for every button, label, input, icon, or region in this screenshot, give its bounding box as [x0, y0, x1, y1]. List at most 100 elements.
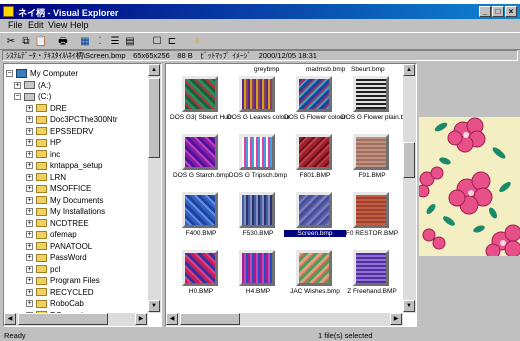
thumbnail-caption[interactable]: madmsb.bmp: [306, 66, 345, 73]
print-icon[interactable]: 🖶: [56, 35, 70, 48]
thumbnail-caption[interactable]: Screen.bmp: [284, 230, 346, 237]
filter-icon[interactable]: ⊏: [165, 35, 179, 48]
checkbox-icon[interactable]: ☐: [150, 35, 164, 48]
expand-toggle-icon[interactable]: +: [26, 162, 33, 170]
thumbnail-caption[interactable]: F0 RESTOR.BMP: [341, 230, 403, 237]
thumbnail-image[interactable]: [239, 134, 275, 170]
thumbnail-image[interactable]: [182, 192, 218, 228]
expand-toggle-icon[interactable]: +: [26, 288, 33, 296]
expand-toggle-icon[interactable]: +: [26, 208, 33, 216]
large-icons-icon[interactable]: ▦: [78, 35, 92, 48]
menu-help[interactable]: Help: [70, 20, 89, 30]
tree-item[interactable]: + (A:): [14, 80, 51, 92]
thumbnail-image[interactable]: [296, 76, 332, 112]
tree-item[interactable]: + My Installations: [26, 206, 105, 218]
thumbnail-item[interactable]: DOS G Flower plain.bmp: [341, 74, 403, 131]
cut-icon[interactable]: ✂: [4, 35, 18, 48]
expand-toggle-icon[interactable]: +: [26, 139, 33, 147]
tree-item[interactable]: + LRN: [26, 172, 66, 184]
bulb-icon[interactable]: ♀: [190, 35, 204, 48]
thumbnail-image[interactable]: [239, 192, 275, 228]
thumbnail-image[interactable]: [182, 250, 218, 286]
expand-toggle-icon[interactable]: −: [6, 70, 13, 78]
app-icon[interactable]: [3, 6, 14, 17]
expand-toggle-icon[interactable]: +: [26, 127, 33, 135]
expand-toggle-icon[interactable]: +: [14, 81, 21, 89]
scroll-thumb[interactable]: [148, 78, 160, 158]
thumbnail-caption[interactable]: H4.BMP: [227, 288, 289, 295]
thumbnail-item[interactable]: JAC Wishes.bmp: [286, 248, 344, 305]
tree-item[interactable]: + Doc3PCThe300Ntr: [26, 114, 118, 126]
thumbnail-caption[interactable]: greybmp: [254, 66, 279, 73]
thumbnail-caption[interactable]: F91.BMP: [341, 172, 403, 179]
expand-toggle-icon[interactable]: +: [26, 196, 33, 204]
thumbnail-image[interactable]: [182, 76, 218, 112]
expand-toggle-icon[interactable]: +: [26, 219, 33, 227]
tree-item[interactable]: + PANATOOL: [26, 241, 92, 253]
scroll-down-icon[interactable]: ▼: [403, 300, 415, 312]
menu-file[interactable]: File: [8, 20, 23, 30]
scroll-up-icon[interactable]: ▲: [148, 64, 160, 76]
tree-item[interactable]: − (C:): [14, 91, 51, 103]
thumbnail-item[interactable]: H0.BMP: [172, 248, 230, 305]
tree-item[interactable]: + Program Files: [26, 275, 100, 287]
thumbnail-caption[interactable]: DOS G Flower plain.bmp: [341, 114, 403, 121]
tree-item[interactable]: + RoboCab: [26, 298, 84, 310]
expand-toggle-icon[interactable]: +: [26, 173, 33, 181]
expand-toggle-icon[interactable]: +: [26, 277, 33, 285]
thumbnail-image[interactable]: [296, 134, 332, 170]
thumbnail-caption[interactable]: DOS G3( Sbeurt Hunting.bmp: [170, 114, 232, 121]
thumbnail-caption[interactable]: DOS G Starch.bmp: [170, 172, 232, 179]
scroll-left-icon[interactable]: ◀: [4, 313, 16, 325]
tree-item[interactable]: + MSOFFICE: [26, 183, 91, 195]
expand-toggle-icon[interactable]: +: [26, 104, 33, 112]
thumbnail-caption[interactable]: JAC Wishes.bmp: [284, 288, 346, 295]
scroll-thumb[interactable]: [403, 142, 415, 178]
tree-item[interactable]: + DRE: [26, 103, 67, 115]
maximize-button[interactable]: □: [492, 6, 504, 17]
copy-icon[interactable]: ⧉: [19, 35, 33, 48]
tree-item[interactable]: + pcl: [26, 264, 60, 276]
grid-horizontal-scrollbar[interactable]: ◀ ▶: [166, 313, 403, 326]
thumbnail-item[interactable]: H4.BMP: [229, 248, 287, 305]
tree-item[interactable]: + ofemap: [26, 229, 77, 241]
scroll-thumb[interactable]: [18, 313, 108, 325]
tree-item[interactable]: + inc: [26, 149, 60, 161]
expand-toggle-icon[interactable]: −: [14, 93, 21, 101]
thumbnail-image[interactable]: [182, 134, 218, 170]
menu-edit[interactable]: Edit: [28, 20, 44, 30]
thumbnail-image[interactable]: [353, 134, 389, 170]
thumbnail-caption[interactable]: DOS G Leaves colour.bmp: [227, 114, 289, 121]
thumbnail-image[interactable]: [353, 76, 389, 112]
scroll-thumb[interactable]: [180, 313, 240, 325]
thumbnail-item[interactable]: DOS G Starch.bmp: [172, 132, 230, 189]
thumbnail-caption[interactable]: Sbeurt.bmp: [351, 66, 385, 73]
thumbnail-caption[interactable]: F530.BMP: [227, 230, 289, 237]
grid-vertical-scrollbar[interactable]: ▲ ▼: [403, 64, 416, 313]
tree-item[interactable]: + PassWord: [26, 252, 87, 264]
thumbnail-grid[interactable]: greybmp madmsb.bmp Sbeurt.bmp DOS G3( Sbeur…: [165, 63, 417, 327]
thumbnail-item[interactable]: DOS G3( Sbeurt Hunting.bmp: [170, 74, 232, 131]
thumbnail-caption[interactable]: Z Freehand.BMP: [341, 288, 403, 295]
expand-toggle-icon[interactable]: +: [26, 116, 33, 124]
tree-item[interactable]: + EPSSEDRV: [26, 126, 93, 138]
tree-item[interactable]: + NCDTREE: [26, 218, 89, 230]
menu-view[interactable]: View: [48, 20, 67, 30]
thumbnail-image[interactable]: [353, 250, 389, 286]
thumbnail-caption[interactable]: DOS G Tripsch.bmp: [227, 172, 289, 179]
thumbnail-item[interactable]: Z Freehand.BMP: [343, 248, 401, 305]
tree-item[interactable]: + kntappa_setup: [26, 160, 103, 172]
details-icon[interactable]: ▤: [123, 35, 137, 48]
expand-toggle-icon[interactable]: +: [26, 254, 33, 262]
thumbnail-item[interactable]: F530.BMP: [229, 190, 287, 247]
thumbnail-image[interactable]: [239, 76, 275, 112]
thumbnail-caption[interactable]: F400.BMP: [170, 230, 232, 237]
paste-icon[interactable]: 📋: [34, 35, 48, 48]
thumbnail-item[interactable]: DOS G Flower colour.bmp: [284, 74, 346, 131]
tree-item[interactable]: + My Documents: [26, 195, 103, 207]
thumbnail-item[interactable]: Screen.bmp: [284, 190, 346, 247]
scroll-down-icon[interactable]: ▼: [148, 300, 160, 312]
close-button[interactable]: ×: [505, 6, 517, 17]
folder-tree[interactable]: − My Computer + (A:) − (C:) + DRE + Doc3PCThe300N…: [3, 63, 162, 327]
scroll-right-icon[interactable]: ▶: [390, 313, 402, 325]
